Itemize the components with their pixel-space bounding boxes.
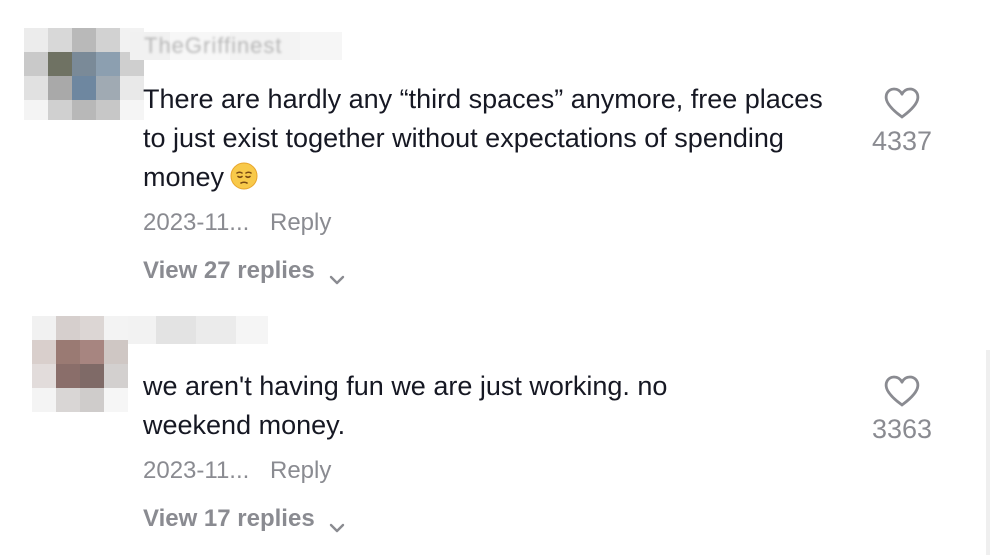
comment-item: TheGriffinest There are hardly any “thir… — [0, 0, 990, 300]
pensive-face-icon — [230, 162, 258, 190]
like-count: 3363 — [871, 414, 933, 444]
username[interactable] — [128, 316, 268, 344]
comment-text: we aren't having fun we are just working… — [143, 367, 763, 445]
avatar[interactable] — [32, 316, 128, 412]
view-replies-label: View 17 replies — [143, 505, 315, 532]
chevron-down-icon — [329, 513, 345, 533]
view-replies-button[interactable]: View 27 replies — [143, 257, 345, 285]
comment-date: 2023-11... — [143, 209, 250, 236]
like-group: 3363 — [860, 374, 944, 445]
comment-date: 2023-11... — [143, 457, 250, 484]
comment-meta: 2023-11... Reply — [143, 209, 331, 237]
reply-button[interactable]: Reply — [270, 209, 331, 236]
view-replies-label: View 27 replies — [143, 257, 315, 284]
reply-button[interactable]: Reply — [270, 457, 331, 484]
username[interactable]: TheGriffinest — [130, 32, 342, 60]
like-group: 4337 — [860, 86, 944, 157]
heart-icon[interactable] — [883, 86, 921, 120]
comment-body: we aren't having fun we are just working… — [143, 371, 668, 440]
like-count: 4337 — [871, 126, 933, 156]
scrollbar[interactable] — [986, 350, 990, 555]
comment-meta: 2023-11... Reply — [143, 457, 331, 485]
username-text: TheGriffinest — [144, 33, 283, 58]
chevron-down-icon — [329, 265, 345, 285]
comment-item: we aren't having fun we are just working… — [0, 300, 990, 555]
heart-icon[interactable] — [883, 374, 921, 408]
comment-text: There are hardly any “third spaces” anym… — [143, 80, 843, 197]
view-replies-button[interactable]: View 17 replies — [143, 505, 345, 533]
